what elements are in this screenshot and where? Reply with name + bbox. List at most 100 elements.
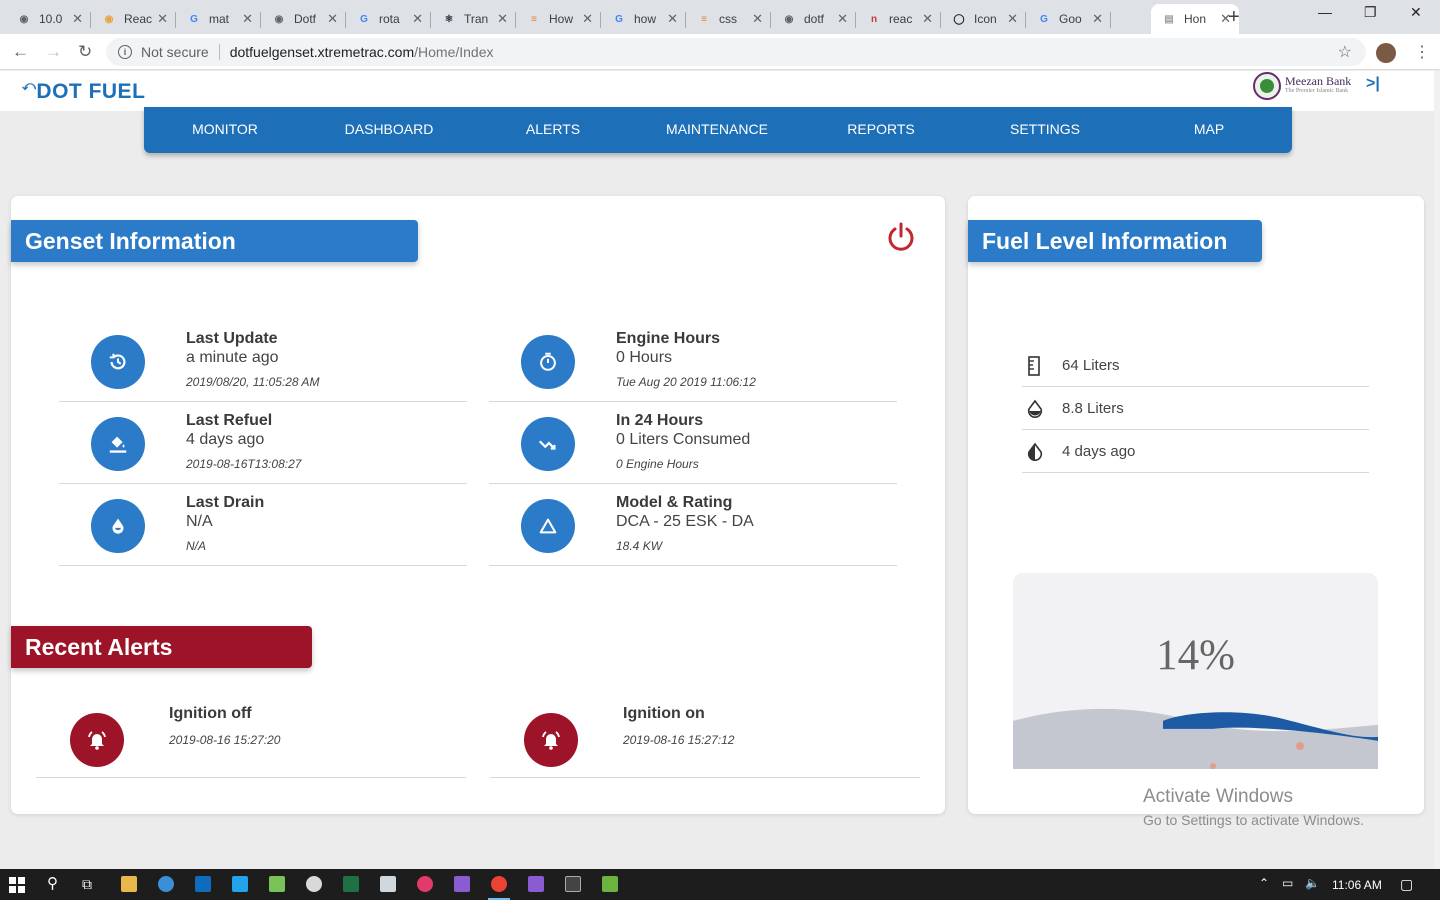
bookmark-star-icon[interactable]: ☆: [1338, 42, 1352, 62]
collapse-panel-button[interactable]: >|: [1366, 75, 1380, 93]
profile-avatar[interactable]: [1376, 43, 1396, 63]
tab-close-icon[interactable]: ✕: [667, 11, 678, 27]
alert-item[interactable]: Ignition off 2019-08-16 15:27:20: [36, 688, 466, 778]
nav-settings[interactable]: SETTINGS: [965, 121, 1125, 137]
browser-menu-icon[interactable]: ⋮: [1414, 42, 1430, 62]
alert-title: Ignition on: [623, 705, 705, 722]
item-value: N/A: [186, 513, 213, 530]
task-view-icon[interactable]: ⧉: [82, 876, 92, 893]
site-info-icon[interactable]: i: [118, 45, 132, 59]
url-omnibox[interactable]: i Not secure dotfuelgenset.xtremetrac.co…: [106, 38, 1366, 66]
bank-name-block: Meezan Bank The Premier Islamic Bank: [1285, 75, 1351, 96]
notification-icon[interactable]: ▢: [1400, 876, 1413, 893]
window-close-icon[interactable]: ✕: [1410, 4, 1422, 21]
item-subtext: 2019/08/20, 11:05:28 AM: [186, 375, 320, 389]
nav-map[interactable]: MAP: [1129, 121, 1289, 137]
android-icon[interactable]: [269, 876, 285, 892]
browser-tab[interactable]: ≡ css ✕: [686, 4, 771, 34]
network-icon[interactable]: ▭: [1282, 876, 1293, 890]
browser-tab[interactable]: Grota ✕: [346, 4, 431, 34]
nav-dashboard[interactable]: DASHBOARD: [309, 121, 469, 137]
browser-tab[interactable]: ◉ Dotf ✕: [261, 4, 346, 34]
forward-icon[interactable]: →: [45, 42, 62, 62]
browser-tab[interactable]: ◉ 10.0 ✕: [6, 4, 91, 34]
genset-item-last-update: Last Update a minute ago 2019/08/20, 11:…: [59, 320, 467, 402]
volume-icon[interactable]: 🔈: [1305, 876, 1320, 890]
paint-icon[interactable]: [306, 876, 322, 892]
chrome-icon[interactable]: [491, 876, 507, 892]
outlook-icon[interactable]: [195, 876, 211, 892]
browser-tab[interactable]: ◉ Reac ✕: [91, 4, 176, 34]
reload-icon[interactable]: ↻: [78, 42, 92, 62]
wave-dot: [1210, 763, 1216, 769]
browser-tab[interactable]: n reac ✕: [856, 4, 941, 34]
tab-title: css: [719, 12, 737, 26]
alert-item[interactable]: Ignition on 2019-08-16 15:27:12: [490, 688, 920, 778]
vscode-icon[interactable]: [232, 876, 248, 892]
tab-close-icon[interactable]: ✕: [72, 11, 83, 27]
tab-title: how: [634, 12, 657, 26]
genset-title: Genset Information: [11, 220, 418, 262]
fuel-title: Fuel Level Information: [968, 220, 1262, 262]
tab-title: mat: [209, 12, 230, 26]
nav-reports[interactable]: REPORTS: [801, 121, 961, 137]
tab-close-icon[interactable]: ✕: [412, 11, 423, 27]
browser-tab[interactable]: Ghow ✕: [601, 4, 686, 34]
minimize-icon[interactable]: —: [1318, 4, 1332, 20]
terminal-icon[interactable]: [565, 876, 581, 892]
visual-studio-icon[interactable]: [528, 876, 544, 892]
browser-tab[interactable]: Gmat ✕: [176, 4, 261, 34]
file-explorer-icon[interactable]: [121, 876, 137, 892]
node-icon[interactable]: [602, 876, 618, 892]
browser-tab[interactable]: ≡ How ✕: [516, 4, 601, 34]
nav-monitor[interactable]: MONITOR: [145, 121, 305, 137]
power-icon[interactable]: [885, 221, 917, 253]
tab-close-icon[interactable]: ✕: [327, 11, 338, 27]
tab-favicon-icon: ≡: [531, 13, 537, 25]
windows-start-icon[interactable]: [9, 877, 25, 893]
new-tab-button[interactable]: +: [1228, 6, 1240, 29]
tab-title: Dotf: [294, 12, 317, 26]
app-icon[interactable]: [417, 876, 433, 892]
excel-icon[interactable]: [343, 876, 359, 892]
tab-favicon-icon: ◉: [19, 13, 29, 25]
dot-fuel-logo[interactable]: ⤺DOT FUEL: [22, 78, 145, 104]
tab-close-icon[interactable]: ✕: [837, 11, 848, 27]
nav-alerts[interactable]: ALERTS: [473, 121, 633, 137]
tab-close-icon[interactable]: ✕: [1007, 11, 1018, 27]
bank-logo: Meezan Bank The Premier Islamic Bank: [1253, 72, 1351, 100]
page-scrollbar[interactable]: [1434, 71, 1440, 869]
fuel-current-row: 8.8 Liters: [1022, 387, 1369, 430]
tab-title: Reac: [124, 12, 153, 26]
browser-tab[interactable]: ⚛ Tran ✕: [431, 4, 516, 34]
url-divider: [218, 44, 220, 60]
taskbar-clock[interactable]: 11:06 AM: [1332, 878, 1382, 892]
item-title: Engine Hours: [616, 330, 721, 347]
tab-close-icon[interactable]: ✕: [752, 11, 763, 27]
contrast-drop-icon: [1027, 442, 1043, 462]
tab-close-icon[interactable]: ✕: [582, 11, 593, 27]
nav-maintenance[interactable]: MAINTENANCE: [637, 121, 797, 137]
item-value: 4 days ago: [186, 431, 265, 448]
browser-tab[interactable]: G Goo ✕: [1026, 4, 1111, 34]
browser-tab[interactable]: ◯ Icon ✕: [941, 4, 1026, 34]
windows-taskbar: ⚲ ⧉ ⌃ ▭ 🔈 11:06 AM ▢: [0, 869, 1440, 900]
tab-close-icon[interactable]: ✕: [922, 11, 933, 27]
app-icon[interactable]: [158, 876, 174, 892]
chevron-up-icon[interactable]: ⌃: [1259, 876, 1269, 890]
browser-tab[interactable]: ▤ Hon ✕: [1151, 4, 1239, 34]
notepad-icon[interactable]: [380, 876, 396, 892]
visual-studio-icon[interactable]: [454, 876, 470, 892]
fuel-capacity-text: 64 Liters: [1062, 357, 1120, 374]
browser-tab[interactable]: ◉ dotf ✕: [771, 4, 856, 34]
back-icon[interactable]: ←: [12, 42, 29, 62]
tab-favicon-icon: G: [615, 13, 623, 25]
tab-close-icon[interactable]: ✕: [242, 11, 253, 27]
page-header: ⤺DOT FUEL Meezan Bank The Premier Islami…: [0, 71, 1434, 111]
tab-close-icon[interactable]: ✕: [1092, 11, 1103, 27]
tab-close-icon[interactable]: ✕: [157, 11, 168, 27]
fuel-level-gauge: 14%: [1013, 573, 1378, 769]
search-icon[interactable]: ⚲: [47, 874, 58, 892]
maximize-icon[interactable]: ❐: [1364, 4, 1377, 21]
tab-close-icon[interactable]: ✕: [497, 11, 508, 27]
